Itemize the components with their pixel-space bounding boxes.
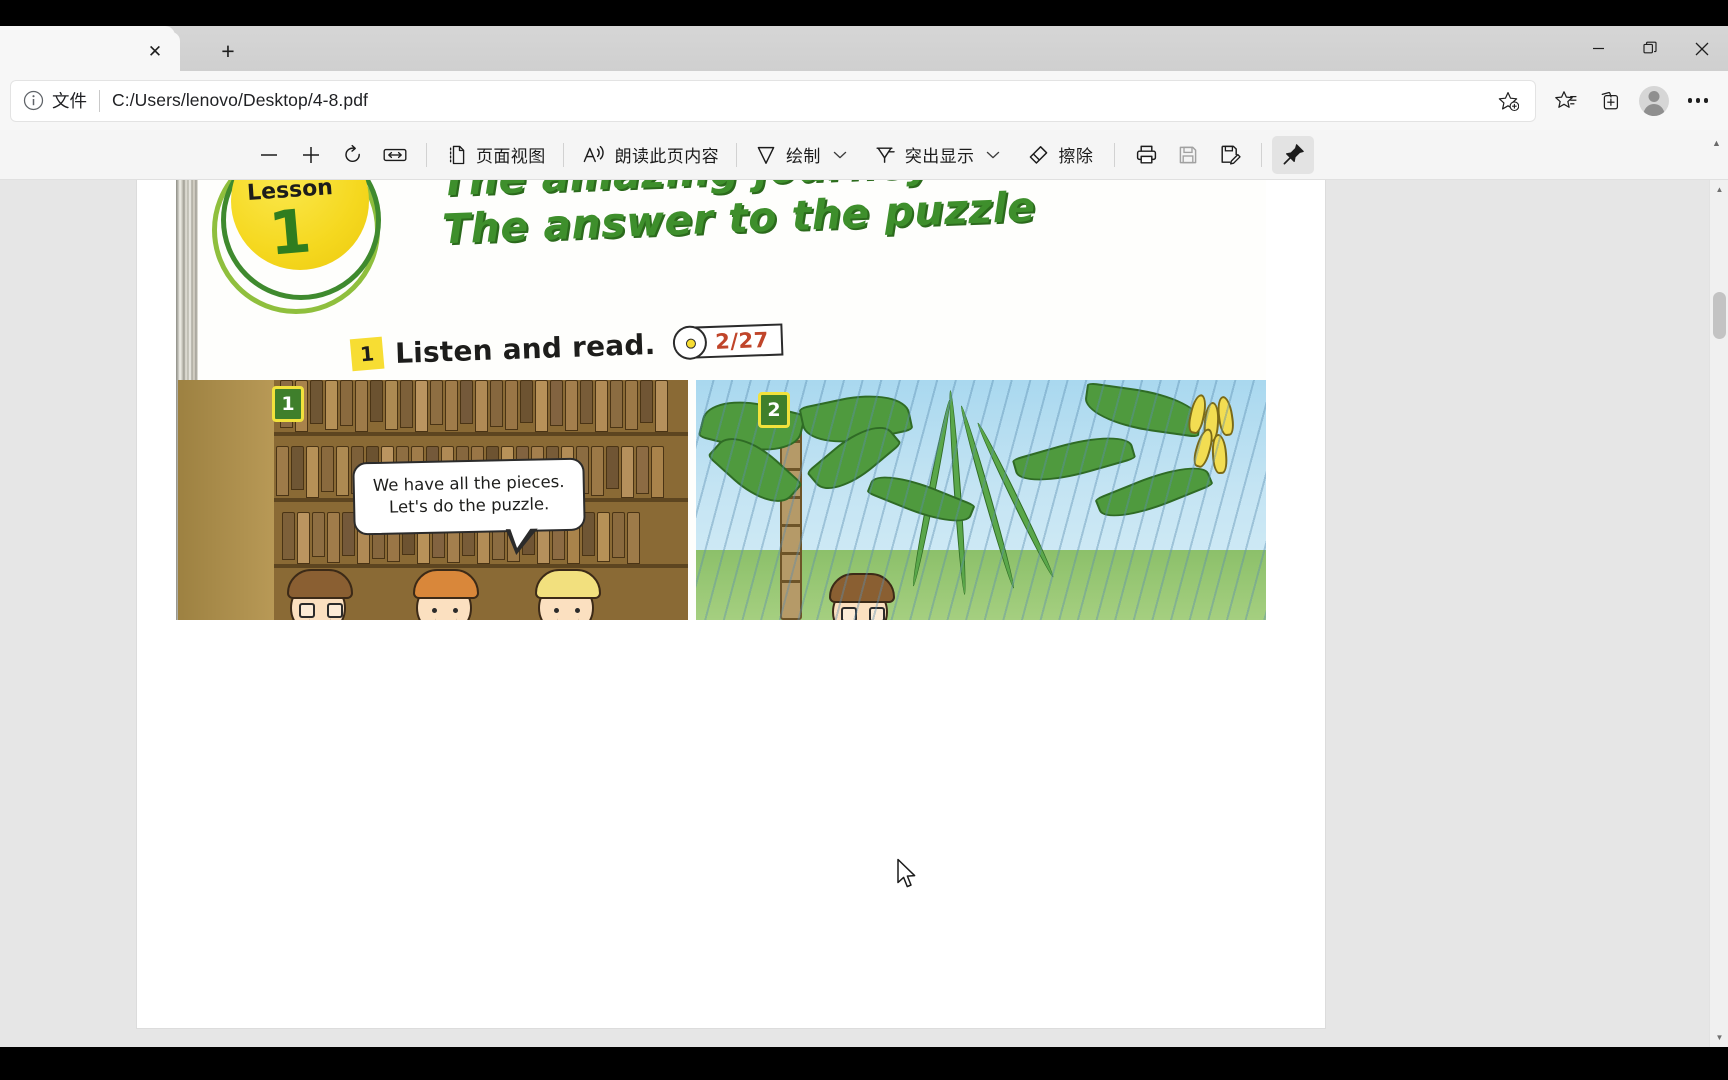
minimize-button[interactable] [1572,26,1624,71]
draw-button[interactable]: 绘制 [747,136,828,174]
panel-1-child-3 [535,569,601,620]
scroll-up-arrow[interactable]: ▲ [1710,180,1728,199]
site-info-icon[interactable] [16,84,50,118]
zoom-in-button[interactable] [290,136,332,174]
tab-strip: ✕ + [0,26,1728,71]
comic-panels: 1 We have all the pieces. Let's do the p… [176,380,1266,620]
pdf-viewport[interactable]: Lesson 1 The amazing journey The answer … [0,180,1728,1047]
pdf-page: Lesson 1 The amazing journey The answer … [137,180,1325,1028]
lesson-badge: Lesson 1 [212,180,381,314]
scroll-down-arrow[interactable]: ▼ [1710,1028,1728,1047]
scroll-thumb[interactable] [1713,292,1726,339]
browser-tab-active[interactable]: ✕ [0,32,180,71]
vertical-scrollbar[interactable]: ▲ ▼ [1709,180,1728,1047]
book-spread: Lesson 1 The amazing journey The answer … [176,180,1266,620]
pdf-toolbar: 页面视图 朗读此页内容 绘制 突出显示 擦除 ▲ [0,130,1728,180]
audio-track-number: 2/27 [694,323,784,359]
save-as-button[interactable] [1209,136,1251,174]
toolbar-divider [426,142,427,167]
task-number-badge: 1 [349,336,385,372]
screen: ✕ + 文件 C:/Users/lenovo/Desktop/4-8.pdf 页… [0,0,1728,1080]
draw-pen-icon [754,143,778,167]
ellipsis-dots [1687,98,1709,103]
maximize-restore-button[interactable] [1624,26,1676,71]
read-aloud-button[interactable]: 朗读此页内容 [574,136,726,174]
close-window-button[interactable] [1676,26,1728,71]
audio-track-chip: 2/27 [672,322,784,361]
page-view-icon [444,143,468,167]
comic-panel-2: 2 [696,380,1266,620]
highlighter-icon [873,143,897,167]
eraser-icon [1026,143,1050,167]
panel-1-number-badge: 1 [272,386,304,422]
screen-bezel-top [0,0,1728,26]
browser-window: ✕ + 文件 C:/Users/lenovo/Desktop/4-8.pdf 页… [0,26,1728,1047]
highlight-chevron-down-icon[interactable] [981,137,1005,173]
collections-icon[interactable] [1588,79,1632,123]
profile-avatar-icon[interactable] [1632,79,1676,123]
pin-toolbar-button[interactable] [1272,135,1315,174]
comic-panel-1: 1 We have all the pieces. Let's do the p… [178,380,688,620]
draw-label: 绘制 [786,147,821,166]
new-tab-icon[interactable]: + [213,37,243,65]
scroll-up-arrow-top[interactable]: ▲ [1707,134,1726,152]
url-text[interactable]: C:/Users/lenovo/Desktop/4-8.pdf [112,90,1490,111]
page-view-button[interactable]: 页面视图 [437,136,553,174]
toolbar-divider-4 [1114,142,1116,167]
erase-button[interactable]: 擦除 [1019,136,1100,174]
address-bar-row: 文件 C:/Users/lenovo/Desktop/4-8.pdf [0,71,1728,130]
avatar [1639,85,1669,116]
toolbar-divider-2 [562,142,564,167]
speech-line-2: Let's do the puzzle. [388,494,550,517]
window-controls [1572,26,1728,71]
panel-2-number-badge: 2 [758,392,790,428]
screen-bezel-bottom [0,1047,1728,1080]
save-button [1167,136,1209,174]
address-bar-actions [1490,83,1526,119]
add-bookmark-icon[interactable] [1490,83,1526,119]
print-button[interactable] [1125,136,1167,174]
toolbar-divider-3 [736,142,738,167]
read-aloud-icon [581,143,607,167]
url-scheme-label: 文件 [52,91,87,111]
rotate-icon[interactable] [332,136,374,174]
erase-label: 擦除 [1058,147,1094,166]
address-divider [99,89,100,112]
zoom-out-button[interactable] [248,136,290,174]
highlight-button[interactable]: 突出显示 [866,136,982,174]
read-aloud-label: 朗读此页内容 [614,147,720,166]
favorites-star-icon[interactable] [1544,79,1588,123]
lesson-number: 1 [266,196,314,270]
speech-bubble-1: We have all the pieces. Let's do the puz… [352,457,586,555]
panel-1-wall [178,380,278,620]
more-options-icon[interactable] [1676,79,1720,123]
page-view-label: 页面视图 [476,147,546,166]
draw-chevron-down-icon[interactable] [828,137,852,173]
panel-1-child-1 [287,569,353,620]
speech-bubble-tail [505,528,539,555]
panel-1-child-2 [413,569,479,620]
toolbar-divider-5 [1261,142,1263,167]
highlight-label: 突出显示 [904,147,975,166]
address-bar[interactable]: 文件 C:/Users/lenovo/Desktop/4-8.pdf [10,79,1536,122]
fit-to-width-icon[interactable] [374,136,416,174]
tab-close-icon[interactable]: ✕ [142,39,168,65]
